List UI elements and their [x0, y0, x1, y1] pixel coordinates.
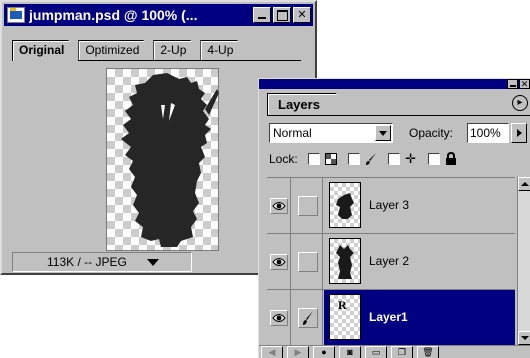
padlock-icon: [444, 152, 458, 166]
palette-bottom-bar: ◀ ▶ ● ◙ ▭ ❐ 🗑: [259, 345, 530, 358]
brush-lock-icon: [364, 152, 378, 166]
tab-2-up[interactable]: 2-Up: [153, 40, 200, 60]
layer-row-layer1[interactable]: R Layer1: [267, 290, 515, 346]
document-titlebar[interactable]: jumpman.psd @ 100% (... ✕: [4, 4, 313, 26]
palette-titlebar[interactable]: [259, 79, 530, 89]
tab-layers[interactable]: Layers: [267, 93, 348, 115]
new-layer-icon[interactable]: ❐: [391, 346, 413, 358]
status-text: 113K / -- JPEG: [47, 255, 127, 269]
lock-label: Lock:: [269, 152, 298, 166]
blend-mode-select[interactable]: Normal: [269, 123, 393, 143]
palette-tab-divider: [267, 115, 530, 116]
layer-row-layer-2[interactable]: Layer 2: [267, 234, 515, 290]
link-box[interactable]: [297, 251, 318, 272]
layers-palette: ✕ Layers ▸ Normal Opacity: 100% Lock: ✛: [258, 78, 530, 358]
link-cell[interactable]: [293, 234, 323, 289]
visibility-cell[interactable]: [267, 234, 291, 289]
blend-mode-value: Normal: [273, 126, 312, 140]
lock-paint-checkbox[interactable]: [347, 153, 360, 165]
layer-name: Layer1: [369, 310, 408, 324]
tab-4-up[interactable]: 4-Up: [200, 40, 247, 60]
next-icon[interactable]: ▶: [287, 346, 309, 358]
brush-icon[interactable]: [297, 307, 318, 328]
eye-icon[interactable]: [269, 197, 288, 214]
image-canvas[interactable]: [106, 68, 219, 251]
opacity-slider-button[interactable]: [511, 123, 527, 143]
layer-name: Layer 2: [369, 254, 410, 268]
trash-icon[interactable]: 🗑: [417, 346, 439, 358]
mask-icon[interactable]: ◙: [339, 346, 361, 358]
jumpman-silhouette: [121, 73, 219, 247]
optimization-status[interactable]: 113K / -- JPEG: [12, 252, 192, 272]
layer-style-icon[interactable]: ●: [313, 346, 335, 358]
document-title: jumpman.psd @ 100% (...: [29, 7, 198, 23]
lock-all-checkbox[interactable]: [427, 153, 440, 165]
scroll-down-icon[interactable]: [518, 331, 530, 345]
tab-original[interactable]: Original: [12, 40, 78, 61]
visibility-cell[interactable]: [267, 178, 291, 233]
link-cell[interactable]: [293, 178, 323, 233]
lock-transparency-checkbox[interactable]: [307, 153, 320, 165]
palette-minimize-button[interactable]: [507, 79, 518, 89]
lock-row: Lock: ✛: [269, 149, 458, 169]
chevron-down-icon[interactable]: [375, 125, 391, 141]
minimize-button[interactable]: [253, 7, 271, 23]
maximize-button[interactable]: [273, 7, 291, 23]
tab-optimized[interactable]: Optimized: [78, 40, 153, 60]
layers-scrollbar[interactable]: [517, 177, 530, 345]
link-cell[interactable]: [293, 290, 323, 345]
layer-row-layer-3[interactable]: Layer 3: [267, 178, 515, 234]
opacity-field[interactable]: 100%: [467, 123, 509, 143]
eye-icon[interactable]: [269, 253, 288, 270]
svg-text:R: R: [338, 298, 347, 312]
status-dropdown-icon[interactable]: [146, 258, 159, 266]
link-box[interactable]: [297, 195, 318, 216]
palette-menu-icon[interactable]: ▸: [512, 95, 528, 111]
photoshop-document-icon: [7, 7, 25, 23]
close-button[interactable]: ✕: [293, 7, 311, 23]
layer-name: Layer 3: [369, 198, 410, 212]
scroll-up-icon[interactable]: [518, 177, 530, 191]
layer-thumbnail: [329, 238, 361, 284]
view-tabs: Original Optimized 2-Up 4-Up: [12, 40, 247, 60]
lock-position-checkbox[interactable]: [387, 153, 400, 165]
layers-list: Layer 3 Layer 2 R Layer1: [267, 177, 515, 346]
layer-thumbnail: R: [329, 294, 361, 340]
layer-thumbnail: [329, 182, 361, 228]
visibility-cell[interactable]: [267, 290, 291, 345]
transparency-lock-icon: [324, 152, 338, 166]
folder-icon[interactable]: ▭: [365, 346, 387, 358]
opacity-label: Opacity:: [409, 126, 454, 140]
move-lock-icon: ✛: [405, 151, 417, 166]
eye-icon[interactable]: [269, 309, 288, 326]
prev-icon[interactable]: ◀: [261, 346, 283, 358]
palette-close-button[interactable]: ✕: [519, 79, 530, 89]
